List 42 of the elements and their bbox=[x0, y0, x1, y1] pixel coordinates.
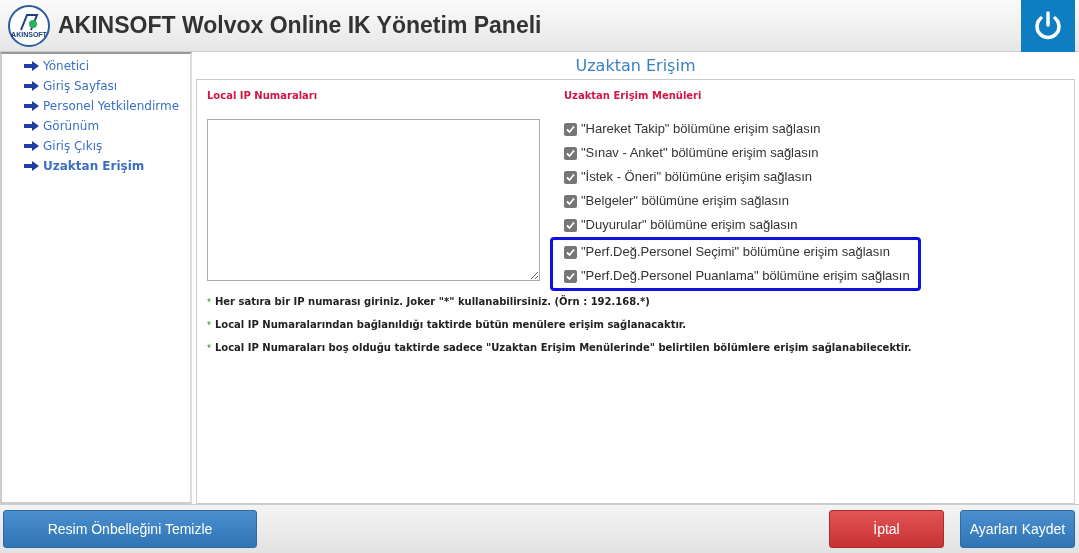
power-button[interactable] bbox=[1021, 0, 1075, 52]
section-heading: Local IP Numaraları bbox=[207, 89, 319, 103]
action-button[interactable]: Resim Önbelleğini Temizle bbox=[3, 510, 257, 548]
section-heading: Uzaktan Erişim Menüleri bbox=[564, 89, 703, 103]
checkbox-option[interactable]: "Perf.Değ.Personel Puanlama" bölümüne erişim sağlasın bbox=[564, 264, 910, 288]
checkbox[interactable] bbox=[564, 194, 577, 208]
bullet: * bbox=[207, 295, 211, 310]
checkbox-option[interactable]: "Duyurular" bölümüne erişim sağlasın bbox=[564, 213, 921, 237]
checkbox[interactable] bbox=[564, 269, 577, 283]
arrow-icon bbox=[24, 121, 39, 131]
arrow-icon bbox=[24, 81, 39, 91]
sidebar-link[interactable]: Giriş Sayfası bbox=[43, 76, 118, 96]
ip-list-field[interactable] bbox=[207, 119, 540, 281]
checkbox-option[interactable]: "Hareket Takip" bölümüne erişim sağlasın bbox=[564, 117, 921, 141]
checkbox[interactable] bbox=[564, 245, 577, 259]
app-title: AKINSOFT Wolvox Online IK Yönetim Paneli bbox=[58, 11, 542, 41]
arrow-icon bbox=[24, 61, 39, 71]
sidebar-link[interactable]: Personel Yetkilendirme bbox=[43, 96, 180, 116]
checkbox[interactable] bbox=[564, 146, 577, 160]
checkbox[interactable] bbox=[564, 218, 577, 232]
checkbox-option[interactable]: "Sınav - Anket" bölümüne erişim sağlasın bbox=[564, 141, 921, 165]
checkbox-option[interactable]: "İstek - Öneri" bölümüne erişim sağlasın bbox=[564, 165, 921, 189]
arrow-icon bbox=[24, 101, 39, 111]
bullet: * bbox=[207, 318, 211, 333]
action-button[interactable]: İptal bbox=[829, 510, 944, 548]
checkbox[interactable] bbox=[564, 122, 577, 136]
action-button[interactable]: Ayarları Kaydet bbox=[960, 510, 1075, 548]
sidebar-link[interactable]: Yönetici bbox=[43, 56, 90, 76]
bullet: * bbox=[207, 341, 211, 356]
arrow-icon bbox=[24, 161, 39, 171]
arrow-icon bbox=[24, 141, 39, 151]
sidebar-link[interactable]: Uzaktan Erişim bbox=[43, 156, 145, 176]
logo-icon bbox=[19, 13, 39, 31]
checkbox[interactable] bbox=[564, 170, 577, 184]
sidebar-link[interactable]: Giriş Çıkış bbox=[43, 136, 103, 156]
sidebar-link[interactable]: Görünüm bbox=[43, 116, 100, 136]
checkbox-option[interactable]: "Belgeler" bölümüne erişim sağlasın bbox=[564, 189, 921, 213]
note-text: Local IP Numaralarından bağlanıldığı taktirde bütün menülere erişim sağlanacaktır. bbox=[214, 318, 687, 332]
page-title: Uzaktan Erişim bbox=[574, 55, 697, 77]
checkbox-option[interactable]: "Perf.Değ.Personel Seçimi" bölümüne erişim sağlasın bbox=[564, 240, 910, 264]
note-text: Local IP Numaraları boş olduğu taktirde sadece "Uzaktan Erişim Menülerinde" belirtilen bölümlere erişim sağlanabilecektir. bbox=[214, 341, 912, 355]
note-text: Her satıra bir IP numarası giriniz. Joker "*" kullanabilirsiniz. (Örn : 192.168.*) bbox=[214, 295, 650, 309]
